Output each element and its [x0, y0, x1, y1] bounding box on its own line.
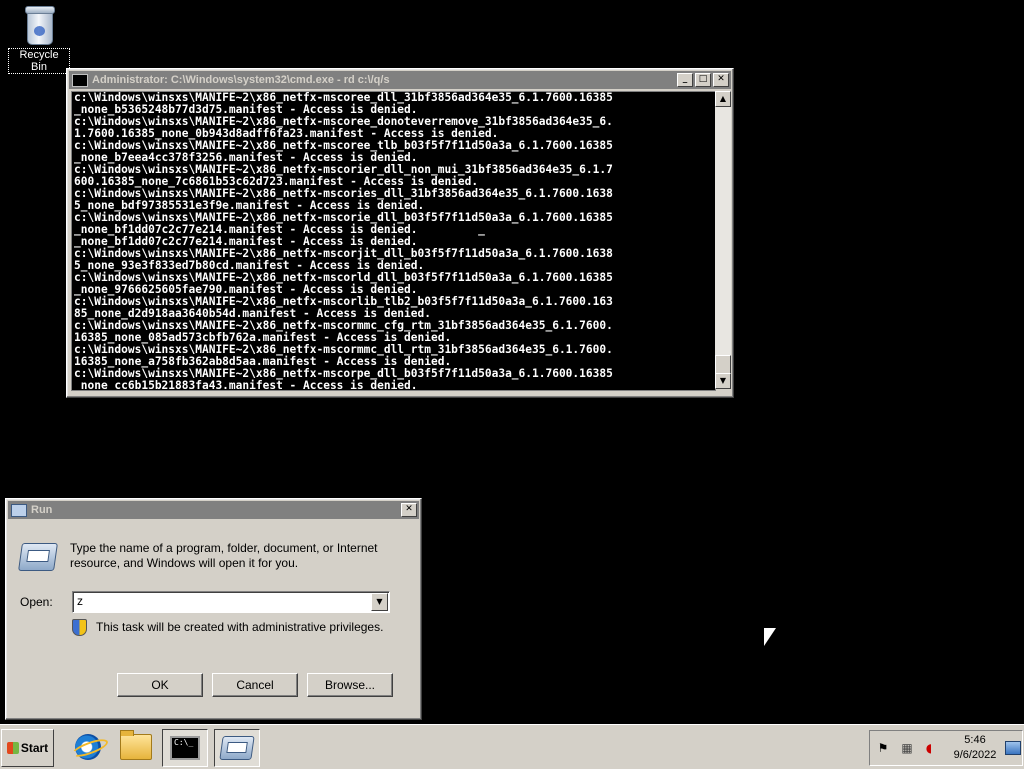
taskbar: Start C:\_ ⚑ ▦ ◖ 5:46 9/6/2022 — [0, 724, 1024, 769]
taskbar-explorer[interactable] — [114, 729, 158, 765]
start-label: Start — [20, 741, 49, 755]
action-center-flag-icon[interactable]: ⚑ — [876, 741, 890, 755]
recycle-bin-icon — [24, 6, 55, 45]
browse-button[interactable]: Browse... — [307, 673, 393, 697]
cmd-window[interactable]: Administrator: C:\Windows\system32\cmd.e… — [66, 68, 734, 398]
windows-logo-icon — [6, 742, 19, 754]
cmd-window-icon — [72, 73, 88, 87]
cmd-title: Administrator: C:\Windows\system32\cmd.e… — [92, 74, 390, 86]
open-combobox[interactable]: ▼ — [72, 591, 390, 613]
run-window-icon — [11, 503, 27, 517]
network-icon[interactable]: ▦ — [900, 741, 914, 755]
mouse-cursor-icon — [764, 628, 776, 646]
open-input[interactable] — [73, 592, 367, 610]
cmd-icon: C:\_ — [170, 736, 200, 760]
console-output[interactable]: c:\Windows\winsxs\MANIFE~2\x86_netfx-msc… — [71, 91, 716, 391]
run-description: Type the name of a program, folder, docu… — [70, 541, 378, 570]
run-title: Run — [31, 504, 53, 516]
system-tray: ⚑ ▦ ◖ 5:46 9/6/2022 — [869, 730, 1023, 766]
maximize-button[interactable]: □ — [695, 73, 711, 87]
clock-time: 5:46 — [964, 734, 986, 746]
console-text: c:\Windows\winsxs\MANIFE~2\x86_netfx-msc… — [74, 91, 613, 391]
scroll-thumb[interactable] — [715, 355, 731, 375]
scroll-down-icon[interactable]: ▼ — [715, 373, 731, 389]
run-close-button[interactable]: ✕ — [401, 503, 417, 517]
ok-button[interactable]: OK — [117, 673, 203, 697]
scroll-up-icon[interactable]: ▲ — [715, 91, 731, 107]
internet-explorer-icon — [75, 734, 101, 760]
taskbar-internet-explorer[interactable] — [66, 729, 110, 765]
show-desktop-icon[interactable] — [1005, 741, 1021, 755]
recycle-bin-label: Recycle Bin — [8, 48, 70, 74]
cancel-button[interactable]: Cancel — [212, 673, 298, 697]
run-dialog[interactable]: Run ✕ Type the name of a program, folder… — [5, 498, 422, 720]
run-titlebar[interactable]: Run ✕ — [8, 501, 419, 519]
start-button[interactable]: Start — [1, 729, 54, 767]
folder-icon — [120, 730, 152, 760]
minimize-button[interactable]: _ — [677, 73, 693, 87]
close-button[interactable]: ✕ — [713, 73, 729, 87]
open-label: Open: — [20, 595, 53, 609]
uac-shield-icon — [72, 619, 87, 636]
recycle-bin-shortcut[interactable]: Recycle Bin — [8, 6, 70, 74]
taskbar-cmd[interactable]: C:\_ — [162, 729, 208, 767]
run-taskbar-icon — [219, 736, 255, 760]
clock[interactable]: 5:46 9/6/2022 — [948, 733, 1002, 763]
run-icon — [18, 543, 58, 571]
clock-date: 9/6/2022 — [953, 749, 997, 761]
cmd-titlebar[interactable]: Administrator: C:\Windows\system32\cmd.e… — [69, 71, 731, 89]
admin-privileges-note: This task will be created with administr… — [96, 620, 384, 634]
volume-muted-icon[interactable]: ◖ — [922, 741, 936, 755]
taskbar-run[interactable] — [214, 729, 260, 767]
console-scrollbar[interactable]: ▲ ▼ — [715, 91, 731, 389]
dropdown-arrow-icon[interactable]: ▼ — [371, 593, 388, 611]
